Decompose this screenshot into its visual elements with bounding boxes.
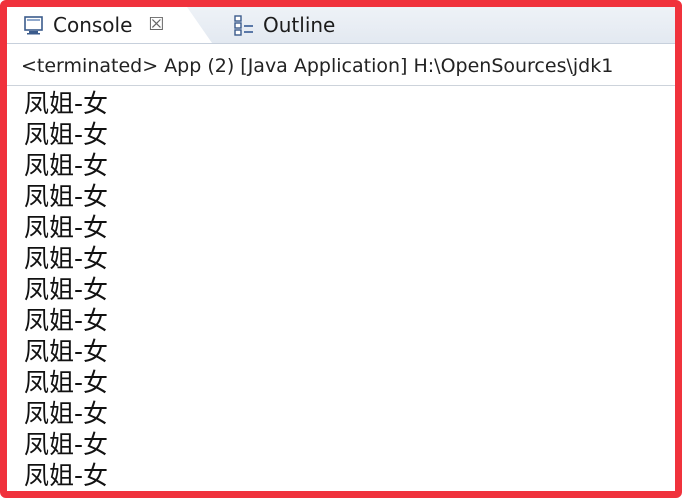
- tab-console[interactable]: Console ☒: [7, 7, 212, 43]
- divider: [7, 85, 675, 86]
- console-output-line: 凤姐-女: [24, 399, 109, 428]
- console-icon: [23, 14, 45, 36]
- tab-outline-label: Outline: [263, 13, 336, 37]
- console-output-line: 凤姐-女: [24, 461, 109, 490]
- console-output[interactable]: 凤姐-女 凤姐-女 凤姐-女 凤姐-女 凤姐-女 凤姐-女 凤姐-女 凤姐-女 凤姐-女 凤姐-女…: [24, 88, 108, 491]
- console-output-line: 凤姐-女: [24, 213, 109, 242]
- outline-icon: [233, 14, 255, 36]
- console-output-line: 凤姐-女: [24, 337, 109, 366]
- console-view: Console ☒ Outline <terminated> App (2) […: [0, 0, 682, 498]
- console-output-line: 凤姐-女: [24, 89, 109, 118]
- console-output-line: 凤姐-女: [24, 275, 109, 304]
- console-status-line: <terminated> App (2) [Java Application] …: [21, 55, 614, 77]
- close-icon[interactable]: ☒: [148, 16, 164, 34]
- console-output-line: 凤姐-女: [24, 182, 109, 211]
- console-output-line: 凤姐-女: [24, 151, 109, 180]
- tab-outline[interactable]: Outline: [221, 7, 351, 43]
- console-output-line: 凤姐-女: [24, 244, 109, 273]
- console-output-line: 凤姐-女: [24, 430, 109, 459]
- tab-console-label: Console: [53, 13, 133, 37]
- console-output-line: 凤姐-女: [24, 306, 109, 335]
- console-output-line: 凤姐-女: [24, 120, 109, 149]
- console-output-line: 凤姐-女: [24, 368, 109, 397]
- view-tab-bar: Console ☒ Outline: [7, 7, 675, 44]
